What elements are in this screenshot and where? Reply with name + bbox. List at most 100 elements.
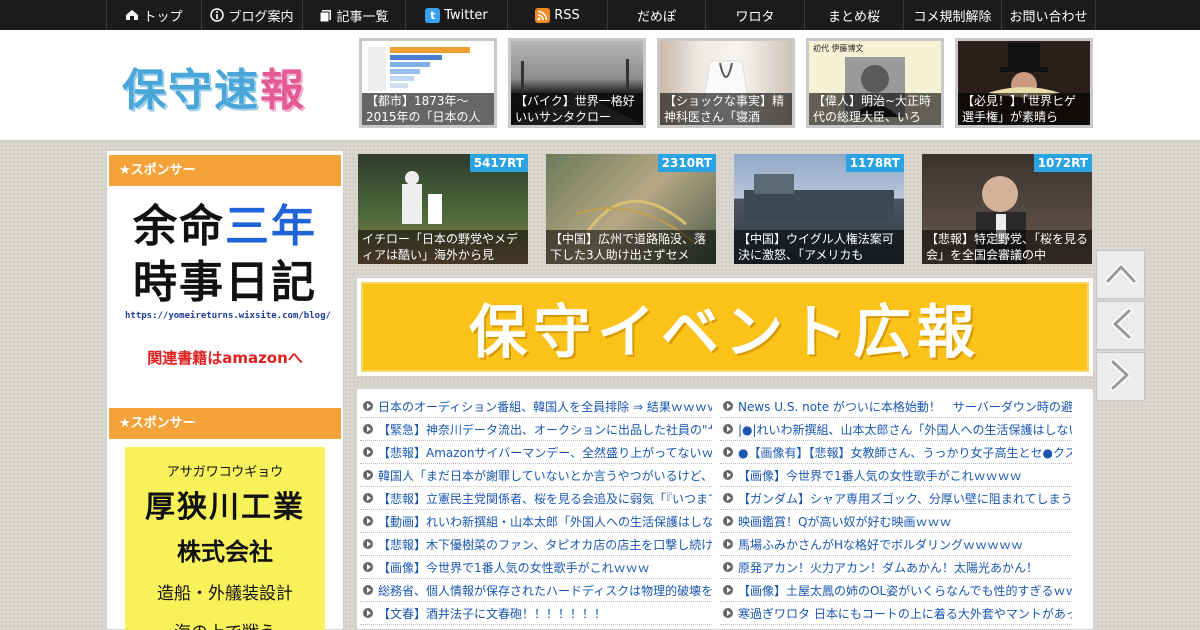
article-title: 韓国人「まだ日本が謝罪していないとか言うやつがいるけど、それは	[378, 468, 712, 483]
nav-item-article-list[interactable]: 記事一覧	[302, 0, 405, 30]
play-bullet-icon	[363, 608, 373, 618]
nav-item-twitter[interactable]: t Twitter	[405, 0, 507, 30]
article-list-item[interactable]	[720, 625, 1072, 630]
header-thumb-bike[interactable]: 【バイク】世界一格好いいサンタクロー	[508, 38, 646, 128]
featured-caption: 【中国】ウイグル人権法案可決に激怒、「アメリカも	[734, 230, 904, 264]
nav-label-warota: ワロタ	[735, 9, 775, 25]
play-bullet-icon	[723, 424, 733, 434]
article-title: 【悲報】Amazonサイバーマンデー、全然盛り上がってないｗｗｗ	[378, 445, 712, 460]
ad-tagline: 海の上で戦う	[125, 618, 325, 630]
article-list-item[interactable]: 総務省、個人情報が保存されたハードディスクは物理的破壊を	[360, 579, 712, 602]
article-list-item[interactable]: 韓国人「まだ日本が謝罪していないとか言うやつがいるけど、それは	[360, 464, 712, 487]
article-list-item[interactable]: 原発アカン！火力アカン！ダムあかん！太陽光あかん！	[720, 556, 1072, 579]
article-list-item[interactable]: 馬場ふみかさんがHな格好でボルダリングｗｗｗｗｗ	[720, 533, 1072, 556]
sidebar: ★スポンサー 余命三年 時事日記 https://yomeireturns.wi…	[106, 150, 344, 630]
sponsor-ad-yomei[interactable]: 余命三年 時事日記 https://yomeireturns.wixsite.c…	[125, 199, 331, 379]
featured-caption: 【中国】広州で道路陥没、落下した3人助け出さずセメ	[546, 230, 716, 264]
article-title: 日本のオーディション番組、韓国人を全員排除 ⇒ 結果ｗｗｗｗ	[378, 399, 712, 414]
article-title: 【悲報】木下優樹菜のファン、タピオカ店の店主を口撃し続ける	[378, 537, 712, 552]
thumb-caption: 【バイク】世界一格好いいサンタクロー	[511, 93, 643, 125]
play-bullet-icon	[723, 585, 733, 595]
chevron-left-icon	[1109, 307, 1133, 344]
featured-row: 5417RT イチロー「日本の野党やメディアは酷い」海外から見 2310RT 【…	[358, 154, 1092, 264]
header-thumb-city[interactable]: 【都市】1873年〜2015年の「日本の人	[359, 38, 497, 128]
scroll-top-button[interactable]	[1096, 250, 1145, 299]
article-list-item[interactable]	[360, 625, 712, 630]
article-title: 【画像】土屋太鳳の姉のOL姿がいくらなんでも性的すぎるｗｗ	[738, 583, 1072, 598]
featured-item[interactable]: 1178RT 【中国】ウイグル人権法案可決に激怒、「アメリカも	[734, 154, 904, 264]
featured-item[interactable]: 5417RT イチロー「日本の野党やメディアは酷い」海外から見	[358, 154, 528, 264]
article-list-item[interactable]: 【緊急】神奈川データ流出、オークションに出品した社員の"ヤバすぎる	[360, 418, 712, 441]
article-list-item[interactable]: 日本のオーディション番組、韓国人を全員排除 ⇒ 結果ｗｗｗｗ	[360, 395, 712, 418]
article-list-item[interactable]: 【文春】酒井法子に文春砲！！！！！！！	[360, 602, 712, 625]
logo-text: 保守速報	[122, 65, 306, 116]
article-title: 原発アカン！火力アカン！ダムあかん！太陽光あかん！	[738, 560, 1039, 575]
prev-button[interactable]	[1096, 301, 1145, 350]
nav-item-rss[interactable]: RSS	[507, 0, 607, 30]
article-column-left: 日本のオーディション番組、韓国人を全員排除 ⇒ 結果ｗｗｗｗ 【緊急】神奈川データ…	[360, 395, 712, 630]
nav-item-comment-unblock[interactable]: コメ規制解除	[903, 0, 1001, 30]
info-icon	[210, 8, 225, 22]
nav-item-matome-sakura[interactable]: まとめ桜	[804, 0, 903, 30]
event-banner[interactable]: 保守イベント広報	[356, 277, 1094, 377]
retweet-count: 2310RT	[657, 154, 716, 172]
article-title: 【ガンダム】シャア専用ズゴック、分厚い壁に阻まれてしまう	[738, 491, 1072, 506]
article-title: 【悲報】立憲民主党関係者、桜を見る会追及に弱気「『いつまでやる	[378, 491, 712, 506]
ad-amazon-link[interactable]: 関連書籍はamazonへ	[125, 347, 325, 368]
article-title: |●|れいわ新撰組、山本太郎さん「外国人への生活保護はしない」	[738, 422, 1072, 437]
nav-item-warota[interactable]: ワロタ	[705, 0, 804, 30]
article-list-item[interactable]: 【悲報】Amazonサイバーマンデー、全然盛り上がってないｗｗｗ	[360, 441, 712, 464]
article-list-item[interactable]: 寒過ぎワロタ 日本にもコートの上に着る大外套やマントがあっ	[720, 602, 1072, 625]
play-bullet-icon	[363, 539, 373, 549]
ad-company-kana: アサガワコウギョウ	[166, 465, 284, 480]
article-list-item[interactable]: 【悲報】立憲民主党関係者、桜を見る会追及に弱気「『いつまでやる	[360, 487, 712, 510]
article-list-item[interactable]: 【悲報】木下優樹菜のファン、タピオカ店の店主を口撃し続ける	[360, 533, 712, 556]
list-icon	[319, 9, 332, 22]
article-title: News U.S. note がついに本格始動！ サーバーダウン時の避難所	[738, 399, 1072, 414]
article-title: 【文春】酒井法子に文春砲！！！！！！！	[378, 606, 607, 621]
header-thumb-doctor[interactable]: 【ショックな事実】精神科医さん「寝酒	[657, 38, 795, 128]
article-list-item[interactable]: ●【画像有】【悲報】女教師さん、うっかり女子高生とセ●クス	[720, 441, 1072, 464]
header-thumb-pm[interactable]: 初代 伊藤博文 【偉人】明治~大正時代の総理大臣、いろ	[806, 38, 944, 128]
next-button[interactable]	[1096, 352, 1145, 401]
play-bullet-icon	[363, 447, 373, 457]
featured-item[interactable]: 1072RT 【悲報】特定野党、「桜を見る会」を全国会審議の中	[922, 154, 1092, 264]
ad-url[interactable]: https://yomeireturns.wixsite.com/blog/	[125, 311, 331, 321]
nav-label-comment-unblock: コメ規制解除	[913, 9, 992, 25]
nav-label-blog-guide: ブログ案内	[228, 9, 294, 25]
nav-item-top[interactable]: トップ	[106, 0, 201, 30]
site-logo[interactable]: 保守速報	[122, 54, 306, 118]
retweet-count: 1072RT	[1033, 154, 1092, 172]
article-list-item[interactable]: 【画像】今世界で1番人気の女性歌手がこれｗｗｗ	[360, 556, 712, 579]
play-bullet-icon	[363, 493, 373, 503]
article-list-item[interactable]: |●|れいわ新撰組、山本太郎さん「外国人への生活保護はしない」	[720, 418, 1072, 441]
sponsor-heading: ★スポンサー	[109, 408, 341, 439]
article-list-item[interactable]: 【画像】今世界で1番人気の女性歌手がこれｗｗｗｗ	[720, 464, 1072, 487]
nav-list: トップ ブログ案内 記事一覧 t Twitter RSS だめぽ ワロタ まとめ…	[106, 0, 1096, 30]
play-bullet-icon	[723, 447, 733, 457]
featured-caption: イチロー「日本の野党やメディアは酷い」海外から見	[358, 230, 528, 264]
ad-company-type: 株式会社	[177, 538, 273, 566]
article-list-item[interactable]: News U.S. note がついに本格始動！ サーバーダウン時の避難所	[720, 395, 1072, 418]
article-list-item[interactable]: 【画像】土屋太鳳の姉のOL姿がいくらなんでも性的すぎるｗｗ	[720, 579, 1072, 602]
article-list-item[interactable]: 【ガンダム】シャア専用ズゴック、分厚い壁に阻まれてしまう	[720, 487, 1072, 510]
article-list-item[interactable]: 【動画】れいわ新撰組・山本太郎「外国人への生活保護はしない」	[360, 510, 712, 533]
nav-item-contact[interactable]: お問い合わせ	[1001, 0, 1096, 30]
home-icon	[125, 9, 139, 21]
twitter-icon: t	[425, 7, 441, 23]
chevron-right-icon	[1109, 358, 1133, 395]
nav-item-blog-guide[interactable]: ブログ案内	[201, 0, 302, 30]
nav-label-matome-sakura: まとめ桜	[827, 9, 880, 25]
play-bullet-icon	[363, 585, 373, 595]
play-bullet-icon	[723, 608, 733, 618]
sponsor-ad-asagawa[interactable]: アサガワコウギョウ 厚狭川工業 株式会社 造船・外艤装設計 海の上で戦う	[125, 447, 325, 630]
article-list-item[interactable]: 映画鑑賞！Qが高い奴が好む映画ｗｗｗ	[720, 510, 1072, 533]
rss-icon	[535, 7, 551, 23]
header-thumb-beard[interactable]: 【必見！】「世界ヒゲ選手権」が素晴ら	[955, 38, 1093, 128]
ad-company-name: 厚狭川工業	[145, 490, 305, 525]
featured-item[interactable]: 2310RT 【中国】広州で道路陥没、落下した3人助け出さずセメ	[546, 154, 716, 264]
play-bullet-icon	[723, 493, 733, 503]
article-title: 総務省、個人情報が保存されたハードディスクは物理的破壊を	[378, 583, 712, 598]
play-bullet-icon	[363, 470, 373, 480]
nav-item-damepo[interactable]: だめぽ	[607, 0, 705, 30]
